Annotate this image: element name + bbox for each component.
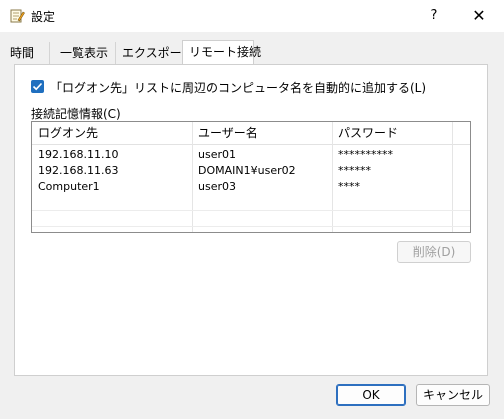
window-title: 設定 [31, 10, 56, 24]
tab-remote-connection[interactable]: リモート接続 [182, 40, 261, 64]
table-row[interactable]: 192.168.11.63 DOMAIN1¥user02 ****** [32, 163, 470, 179]
tab-time[interactable]: 時間 [4, 42, 50, 64]
help-button[interactable]: ? [420, 4, 448, 28]
column-header-username[interactable]: ユーザー名 [192, 122, 332, 144]
tab-export[interactable]: エクスポート [116, 42, 194, 64]
cell-logon-target: 192.168.11.63 [38, 164, 119, 177]
remote-connection-panel: 「ログオン先」リストに周辺のコンピュータ名を自動的に追加する(L) 接続記憶情報… [14, 64, 488, 376]
cell-password: ****** [338, 164, 371, 177]
cell-username: DOMAIN1¥user02 [198, 164, 296, 177]
saved-connections-label: 接続記憶情報(C) [31, 107, 121, 121]
cancel-button[interactable]: キャンセル [416, 384, 490, 406]
saved-connections-list[interactable]: ログオン先 ユーザー名 パスワード 192.168.11.10 user01 *… [31, 121, 471, 233]
cell-password: ********** [338, 148, 393, 161]
table-row[interactable]: Computer1 user03 **** [32, 179, 470, 195]
close-icon: ✕ [472, 6, 486, 25]
auto-add-label[interactable]: 「ログオン先」リストに周辺のコンピュータ名を自動的に追加する(L) [50, 79, 426, 96]
auto-add-checkbox[interactable] [31, 80, 44, 93]
table-row[interactable]: 192.168.11.10 user01 ********** [32, 147, 470, 163]
cell-logon-target: 192.168.11.10 [38, 148, 119, 161]
settings-app-icon [9, 8, 25, 24]
delete-button[interactable]: 削除(D) [397, 241, 471, 263]
cell-password: **** [338, 180, 360, 193]
cell-username: user01 [198, 148, 236, 161]
empty-row [32, 211, 470, 227]
title-bar: 設定 ? ✕ [0, 0, 504, 32]
footer-divider [0, 376, 504, 377]
ok-button[interactable]: OK [336, 384, 406, 406]
list-header: ログオン先 ユーザー名 パスワード [32, 122, 470, 145]
column-header-logon-target[interactable]: ログオン先 [32, 122, 192, 144]
checkmark-icon [32, 82, 43, 91]
column-header-password[interactable]: パスワード [332, 122, 452, 144]
cell-username: user03 [198, 180, 236, 193]
close-button[interactable]: ✕ [462, 4, 496, 28]
tab-list-view[interactable]: 一覧表示 [54, 42, 116, 64]
empty-row [32, 195, 470, 211]
cell-logon-target: Computer1 [38, 180, 100, 193]
